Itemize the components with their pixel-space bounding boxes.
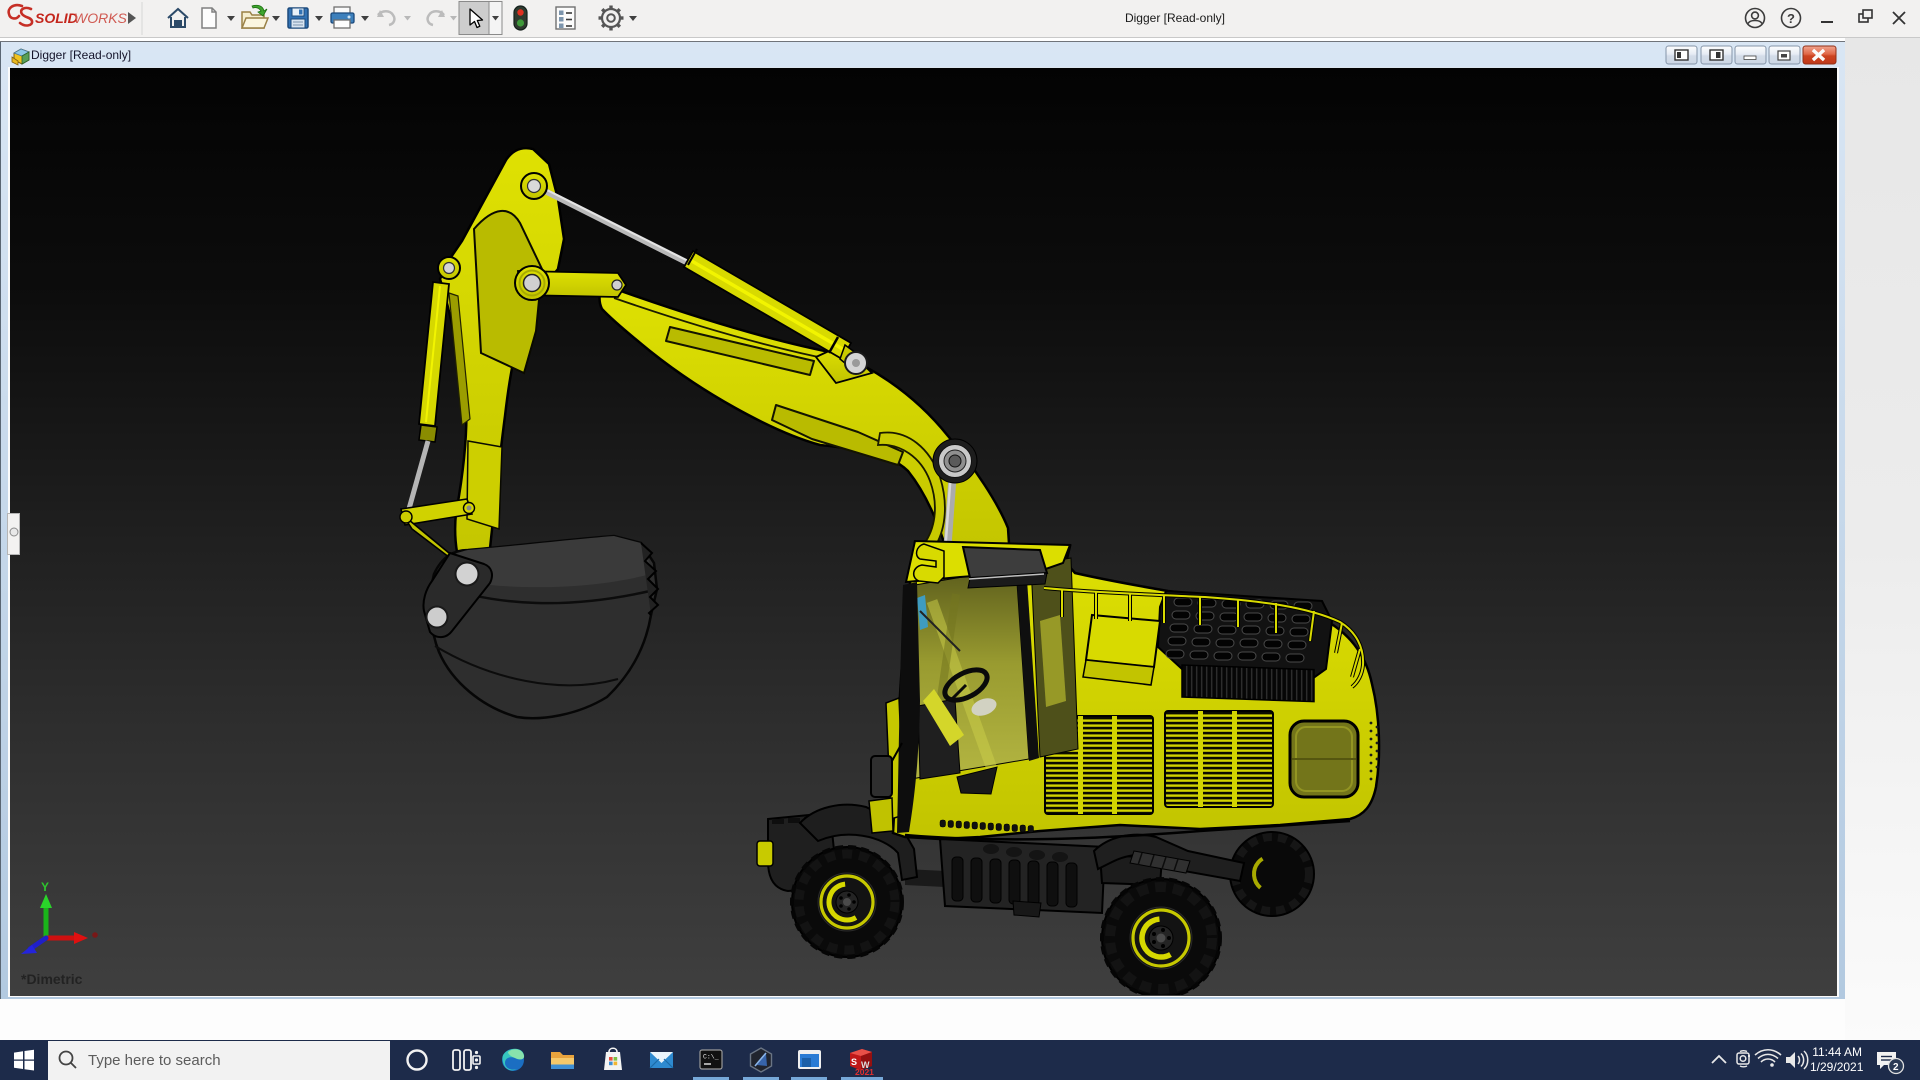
svg-text:C:\_: C:\_ (703, 1054, 719, 1061)
svg-text:2021: 2021 (855, 1067, 874, 1077)
svg-text:Y: Y (41, 880, 49, 894)
svg-text:S: S (851, 1057, 857, 1067)
svg-text:?: ? (1787, 11, 1795, 26)
svg-text:SOLID: SOLID (35, 10, 78, 26)
svg-text:2: 2 (1893, 1062, 1899, 1073)
svg-text:*Dimetric: *Dimetric (21, 971, 83, 987)
svg-text:WORKS: WORKS (74, 10, 128, 26)
